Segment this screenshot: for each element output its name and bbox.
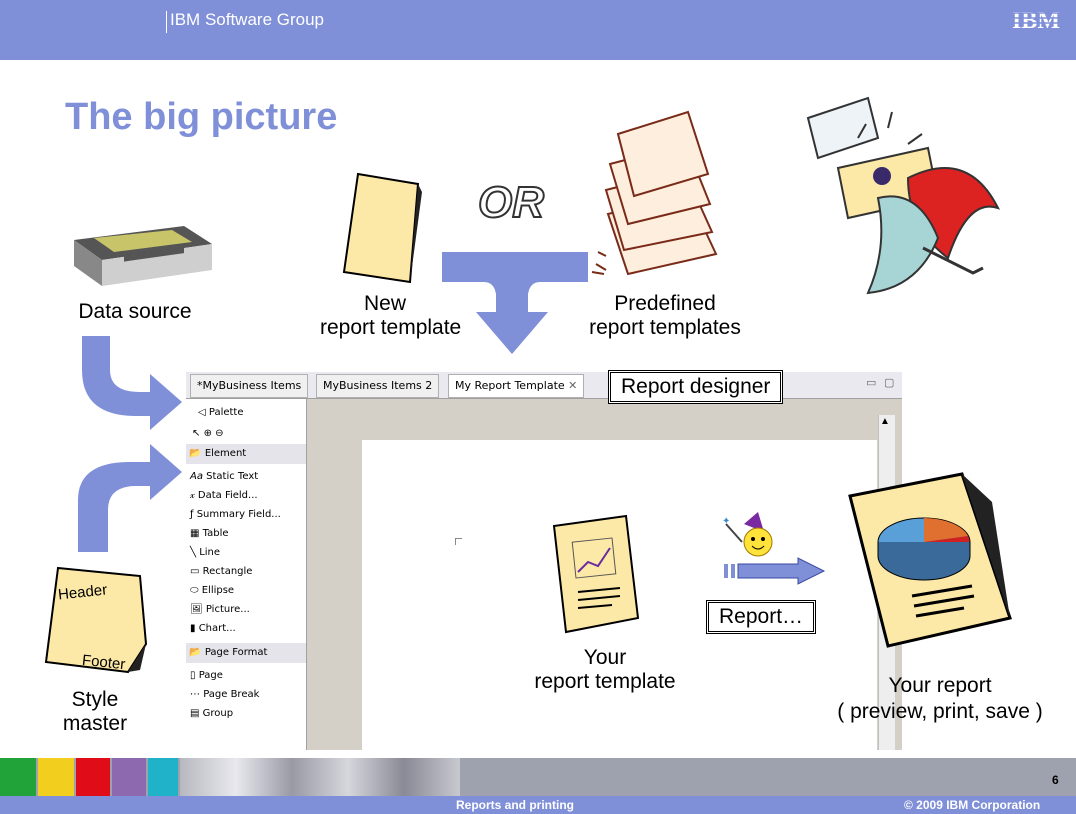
- your-template-line2: report template: [534, 670, 676, 693]
- slide-title: The big picture: [65, 96, 338, 138]
- footer-swatch-green: [0, 758, 36, 796]
- stacked-templates-icon: [591, 110, 718, 276]
- palette-category-page-format[interactable]: 📂 Page Format: [186, 643, 306, 663]
- tab-mybusiness-items-2[interactable]: MyBusiness Items 2: [316, 374, 440, 398]
- your-report-line1: Your report: [888, 674, 992, 697]
- style-master-line2: master: [62, 712, 128, 735]
- palette-item-static-text[interactable]: Aa Static Text: [190, 467, 258, 486]
- palette-item-label: Ellipse: [201, 585, 235, 596]
- palette-item-rectangle[interactable]: ▭ Rectangle: [190, 562, 252, 581]
- tab-mybusiness-items-label: *MyBusiness Items: [197, 379, 302, 392]
- footer-swatch-teal: [148, 758, 178, 796]
- palette-item-line[interactable]: ╲ Line: [190, 543, 220, 562]
- palette-item-ellipse[interactable]: ⬭ Ellipse: [190, 581, 234, 600]
- palette-title: Palette: [208, 407, 244, 418]
- your-template-icon: [552, 514, 640, 634]
- data-source-arrow-icon: [82, 336, 182, 430]
- palette-item-label: Rectangle: [202, 566, 253, 577]
- palette-item-label: Summary Field...: [196, 509, 281, 520]
- report-designer-label: Report designer: [608, 370, 784, 404]
- footer-photo-strip: [180, 758, 460, 796]
- merge-arrow-icon: [442, 252, 588, 354]
- select-tool-icon[interactable]: ↖: [192, 428, 200, 439]
- header-divider: [166, 11, 167, 33]
- close-tab-icon[interactable]: ✕: [568, 379, 577, 392]
- ibm-logo: IBM: [1012, 8, 1060, 34]
- generate-arrow-icon: [724, 557, 826, 585]
- dvd-drive-icon: [74, 226, 212, 286]
- footer-swatch-yellow: [38, 758, 74, 796]
- predefined-line1: Predefined: [614, 292, 716, 315]
- new-template-line1: New: [363, 292, 406, 315]
- new-template-line2: report template: [320, 316, 462, 339]
- your-template-line1: Your: [583, 646, 627, 669]
- palette-item-label: Line: [199, 547, 221, 558]
- element-category-label: Element: [204, 448, 247, 459]
- minimize-icon[interactable]: ▭: [866, 376, 876, 389]
- footer-swatch-purple: [112, 758, 146, 796]
- palette-tools: ↖ ⊕ ⊖: [192, 424, 224, 443]
- palette-item-label: Group: [202, 708, 234, 719]
- report-button[interactable]: Report…: [706, 600, 817, 634]
- page-number: 6: [1052, 773, 1059, 787]
- palette-header[interactable]: ◁ Palette: [198, 403, 244, 422]
- footer-swatch-red: [76, 758, 110, 796]
- header-bar: [0, 0, 1076, 60]
- predefined-line2: report templates: [589, 316, 741, 339]
- style-master-line1: Style: [71, 688, 119, 711]
- palette-item-label: Picture...: [205, 604, 250, 615]
- palette-item-label: Chart...: [198, 623, 236, 634]
- palette-item-group[interactable]: ▤ Group: [190, 704, 233, 723]
- zoom-in-icon[interactable]: ⊕: [204, 428, 212, 439]
- wizard-clipart-icon: [806, 96, 1000, 295]
- svg-text:IBM: IBM: [1012, 8, 1060, 34]
- palette-item-chart[interactable]: ▮ Chart...: [190, 619, 236, 638]
- palette-item-summary-field[interactable]: ƒ Summary Field...: [190, 505, 281, 524]
- scroll-up-icon[interactable]: ▲: [880, 416, 890, 427]
- palette-item-label: Page: [198, 670, 223, 681]
- tab-mybusiness-items[interactable]: *MyBusiness Items: [190, 374, 309, 398]
- wizard-smiley-icon: ✦: [722, 512, 773, 557]
- maximize-icon[interactable]: ▢: [884, 376, 894, 389]
- tab-mybusiness-items-2-label: MyBusiness Items 2: [323, 379, 433, 392]
- palette-category-element[interactable]: 📂 Element: [186, 444, 306, 464]
- tab-my-report-template-label: My Report Template: [455, 379, 565, 392]
- footer-copyright: © 2009 IBM Corporation: [904, 798, 1041, 812]
- footer-title: Reports and printing: [456, 798, 574, 812]
- palette-item-label: Data Field...: [197, 490, 258, 501]
- palette-item-label: Page Break: [203, 689, 260, 700]
- tab-my-report-template[interactable]: My Report Template ✕: [448, 374, 585, 398]
- svg-text:✦: ✦: [722, 516, 730, 527]
- data-source-label: Data source: [78, 300, 192, 323]
- canvas-corner-mark: [455, 538, 462, 545]
- your-report-line2: ( preview, print, save ): [837, 700, 1043, 723]
- palette-item-page-break[interactable]: ⋯ Page Break: [190, 685, 259, 704]
- palette-item-label: Static Text: [206, 471, 259, 482]
- palette-item-table[interactable]: ▦ Table: [190, 524, 229, 543]
- style-master-arrow-icon: [78, 444, 182, 552]
- page-format-category-label: Page Format: [204, 647, 268, 658]
- blank-page-icon: [342, 172, 422, 284]
- palette-item-label: Table: [202, 528, 229, 539]
- your-report-icon: [848, 472, 1012, 648]
- header-group-label: IBM Software Group: [170, 10, 325, 29]
- palette-item-data-field[interactable]: 𝓍 Data Field...: [190, 486, 258, 505]
- palette-item-page[interactable]: ▯ Page: [190, 666, 223, 685]
- zoom-out-icon[interactable]: ⊖: [215, 428, 223, 439]
- palette-item-picture[interactable]: 🖼 Picture...: [190, 600, 250, 619]
- or-label: OR: [477, 177, 545, 228]
